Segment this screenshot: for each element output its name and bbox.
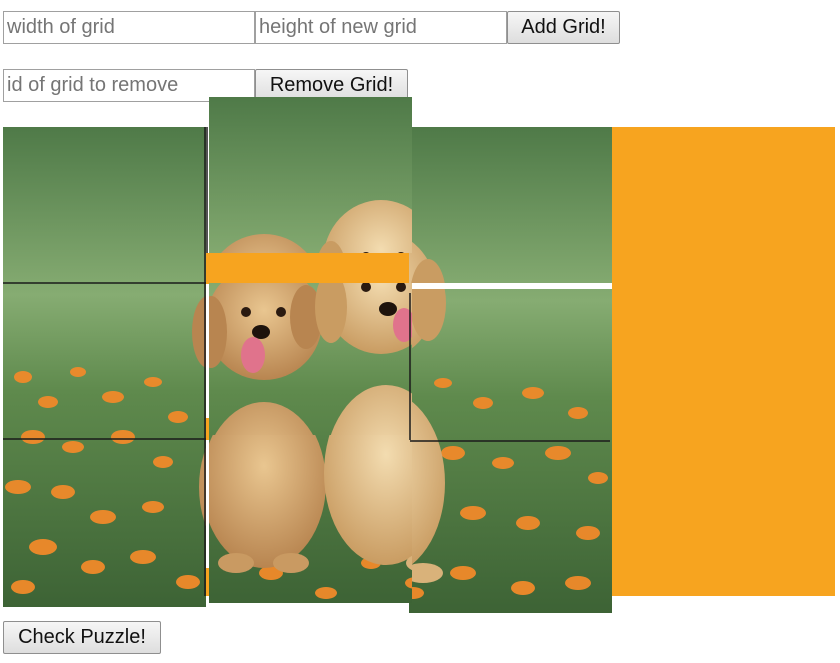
puzzle-piece-tray[interactable] [612,127,835,596]
grid-height-input[interactable] [255,11,507,44]
check-puzzle-button[interactable]: Check Puzzle! [3,621,161,654]
grid-width-input[interactable] [3,11,255,44]
add-grid-button[interactable]: Add Grid! [507,11,620,44]
gap-strip [206,253,409,284]
